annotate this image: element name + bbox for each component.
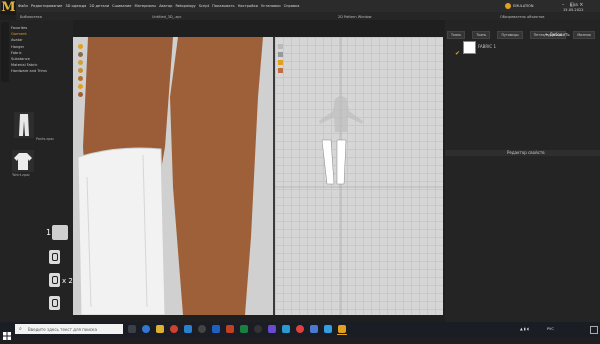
library-side-strip [1,22,9,82]
app-icon-3[interactable] [268,325,276,333]
mouse-drag-icon [49,296,60,310]
avatar-silhouette [319,96,363,132]
menu-sewing[interactable]: Сшивание [112,4,131,8]
excel-icon[interactable] [240,325,248,333]
menu-preferences[interactable]: Установки [261,4,281,8]
click-count: x 2 [62,277,73,285]
windows-start-icon[interactable] [3,325,11,340]
app-logo[interactable]: M [1,0,16,15]
store-icon[interactable] [184,325,192,333]
tshirt-thumbnail[interactable] [12,150,34,172]
mouse-icon [49,250,60,264]
pattern-piece-right-leg [336,139,347,185]
pattern-canvas [275,37,443,315]
file-tab[interactable]: Untitled_3D_.zpc [152,15,181,19]
fit-tool-icon[interactable] [78,52,83,57]
user-label[interactable]: EMULATION [513,4,534,8]
tshirt-icon [14,153,32,170]
menu-edit[interactable]: Редактирование [31,4,62,8]
taskbar-search-placeholder: Введите здесь текст для поиска [28,327,97,332]
edge-browser-icon[interactable] [142,325,150,333]
menu-3d-garment[interactable]: 3D одежда [65,4,86,8]
task-view-icon[interactable] [128,325,136,333]
property-editor-title: Редактор свойств [507,150,545,155]
app-icon-6[interactable] [310,325,318,333]
app-icon-4[interactable] [282,325,290,333]
menu-2d-pattern[interactable]: 2D детали [89,4,109,8]
fabric-swatch[interactable] [463,41,476,54]
avatar-right-leg [170,37,263,315]
library-title: Библиотека [20,15,42,19]
menu-retopology[interactable]: Retopology [175,4,195,8]
app-icon-1[interactable] [198,325,206,333]
main-menu: Файл Редактирование 3D одежда 2D детали … [18,4,299,8]
2d-pattern-viewport[interactable] [275,37,443,315]
tab-fabric-2[interactable]: Ткань [472,31,491,39]
object-browser-tabs: Ткань Ткань Пуговицы Петли/пуговицы Молн… [447,21,597,40]
fabric-item-name[interactable]: FABRIC 1 [478,45,496,49]
library-list: Favorites Garment Avatar Hanger Fabric S… [11,25,47,75]
tab-buttons[interactable]: Пуговицы [497,31,523,39]
tab-zippers[interactable]: Молнии [573,31,595,39]
file-explorer-icon[interactable] [156,325,164,333]
pants-thumb-label: Pants.zpac [36,137,55,141]
3d-viewport[interactable] [73,37,273,315]
viewport-toolbar [78,44,83,100]
select-tool-icon[interactable] [278,44,283,49]
pattern-window-title: 2D Pattern Window [338,15,372,19]
tray-icons[interactable]: ▲ ▮ ◖ [520,327,529,331]
avatar-legs-view [77,37,263,315]
mouse-click-icon [49,273,60,287]
menu-materials[interactable]: Материалы [135,4,157,8]
pattern-toolbar [278,44,283,73]
app-icon-2[interactable] [254,325,262,333]
menu-help[interactable]: Справка [284,4,300,8]
pants-icon [19,114,29,136]
menu-display[interactable]: Показывать [212,4,235,8]
menu-avatar[interactable]: Аватар [159,4,172,8]
word-icon[interactable] [212,325,220,333]
avatar-tool-icon[interactable] [78,76,83,81]
pants-thumbnail[interactable] [14,112,34,138]
active-app-indicator [337,334,347,335]
render-tool-icon[interactable] [78,68,83,73]
app-icon-5[interactable] [296,325,304,333]
fabric-tool-icon[interactable] [78,84,83,89]
step-number: 1 [46,228,52,237]
display-tool-icon[interactable] [78,60,83,65]
tshirt-thumb-label: Tshirt.zpac [12,173,31,177]
object-browser-panel [445,20,600,322]
menu-settings[interactable]: Настройки [238,4,258,8]
tab-fabric[interactable]: Ткань [447,31,466,39]
user-avatar-icon[interactable] [505,3,511,9]
chrome-icon[interactable] [170,325,178,333]
view-tool-icon[interactable] [78,44,83,49]
library-item-hardware[interactable]: Hardware and Trims [11,68,47,74]
powerpoint-icon[interactable] [226,325,234,333]
language-indicator[interactable]: РУС [547,327,554,331]
fabric-color-icon[interactable] [278,60,283,65]
texture-tool-icon[interactable] [278,68,283,73]
telegram-icon[interactable] [324,325,332,333]
menu-script[interactable]: Script [199,4,209,8]
clock-time: 8:45 [570,3,579,7]
fabric-check-icon[interactable]: ✔ [455,40,463,57]
step1-tool-icon[interactable] [52,225,68,240]
white-pants-garment [77,147,166,315]
notifications-icon[interactable] [590,326,598,334]
light-tool-icon[interactable] [78,92,83,97]
transform-tool-icon[interactable] [278,52,283,57]
clock-date: 15.05.2022 [563,8,584,12]
add-fabric-button[interactable]: + Добавить [545,33,570,37]
marvelous-designer-icon[interactable] [338,325,346,333]
pattern-piece-left-leg [321,139,335,185]
search-icon: ⌕ [19,326,22,332]
object-browser-title: Обозреватель объектов [500,15,545,19]
menu-file[interactable]: Файл [18,4,28,8]
